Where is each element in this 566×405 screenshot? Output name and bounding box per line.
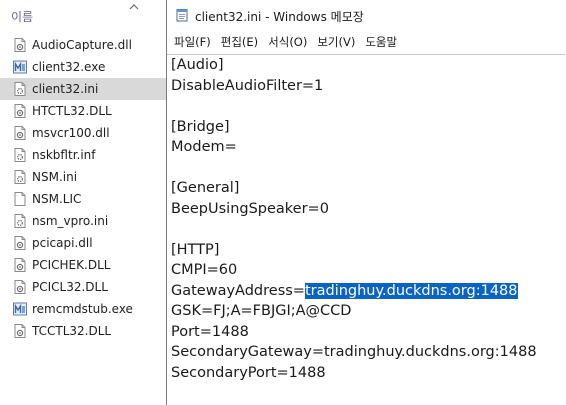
inf-settings-file-icon — [12, 147, 28, 163]
window-title: client32.ini - Windows 메모장 — [195, 10, 364, 24]
file-list-item[interactable]: nskbfltr.inf — [0, 144, 166, 166]
text-line — [171, 158, 537, 179]
file-name: client32.ini — [32, 82, 99, 96]
line-text: SecondaryPort=1488 — [171, 364, 326, 381]
menu-file[interactable]: 파일(F) — [167, 34, 216, 50]
menu-help[interactable]: 도움말 — [360, 34, 402, 50]
file-list-item[interactable]: AudioCapture.dll — [0, 34, 166, 56]
dll-file-icon — [12, 103, 28, 119]
line-text: [HTTP] — [171, 241, 220, 258]
text-line: DisableAudioFilter=1 — [171, 76, 537, 97]
text-line: SecondaryGateway=tradinghuy.duckdns.org:… — [171, 342, 537, 363]
file-name: NSM.LIC — [32, 192, 82, 206]
file-list-item[interactable]: HTCTL32.DLL — [0, 100, 166, 122]
text-line: [Bridge] — [171, 117, 537, 138]
file-name: HTCTL32.DLL — [32, 104, 112, 118]
file-name: PCICHEK.DLL — [32, 258, 111, 272]
file-list-item[interactable]: msvcr100.dll — [0, 122, 166, 144]
file-list-item[interactable]: pcicapi.dll — [0, 232, 166, 254]
line-text: GSK=FJ;A=FBJGI;A@CCD — [171, 303, 352, 319]
file-list-item[interactable]: PCICHEK.DLL — [0, 254, 166, 276]
dll-file-icon — [12, 279, 28, 295]
sort-ascending-chevron-icon — [129, 4, 139, 10]
text-line: [General] — [171, 178, 537, 199]
title-bar[interactable]: client32.ini - Windows 메모장 — [167, 0, 566, 30]
notepad-window: client32.ini - Windows 메모장 파일(F) 편집(E) 서… — [166, 0, 566, 405]
line-text: Modem= — [171, 139, 237, 155]
ini-settings-file-icon — [12, 81, 28, 97]
file-name: NSM.ini — [32, 170, 78, 184]
file-name: nskbfltr.inf — [32, 148, 96, 162]
ini-settings-file-icon — [12, 213, 28, 229]
line-text: DisableAudioFilter=1 — [171, 77, 324, 94]
menu-view[interactable]: 보기(V) — [312, 34, 360, 50]
dll-file-icon — [12, 257, 28, 273]
text-line: BeepUsingSpeaker=0 — [171, 199, 537, 220]
file-list-item[interactable]: nsm_vpro.ini — [0, 210, 166, 232]
notepad-app-icon — [176, 9, 188, 22]
text-line: Modem= — [171, 137, 537, 158]
file-explorer-panel: 이름 AudioCapture.dll client32.exe client32.… — [0, 0, 166, 405]
file-name: msvcr100.dll — [32, 126, 110, 140]
file-list: AudioCapture.dll client32.exe client32.ini… — [0, 34, 166, 342]
text-line: Port=1488 — [171, 322, 537, 343]
dll-file-icon — [12, 125, 28, 141]
dll-file-icon — [12, 37, 28, 53]
dll-file-icon — [12, 235, 28, 251]
line-text: BeepUsingSpeaker=0 — [171, 200, 329, 217]
exe-app-icon — [12, 301, 28, 317]
file-name: AudioCapture.dll — [32, 38, 132, 52]
blank-file-icon — [12, 191, 28, 207]
line-text: SecondaryGateway=tradinghuy.duckdns.org:… — [171, 344, 537, 360]
dll-file-icon — [12, 323, 28, 339]
text-line: CMPI=60 — [171, 260, 537, 281]
file-name: PCICL32.DLL — [32, 280, 108, 294]
file-list-item[interactable]: client32.ini — [0, 78, 166, 100]
text-line — [171, 96, 537, 117]
line-text: CMPI=60 — [171, 262, 238, 278]
file-list-item[interactable]: remcmdstub.exe — [0, 298, 166, 320]
file-name: client32.exe — [32, 60, 106, 74]
text-line: GSK=FJ;A=FBJGI;A@CCD — [171, 301, 537, 322]
file-list-item[interactable]: TCCTL32.DLL — [0, 320, 166, 342]
line-text: Port=1488 — [171, 323, 249, 340]
name-column-header[interactable]: 이름 — [0, 0, 166, 30]
text-line: SecondaryPort=1488 — [171, 363, 537, 384]
menu-format[interactable]: 서식(O) — [263, 34, 312, 50]
menu-bar: 파일(F) 편집(E) 서식(O) 보기(V) 도움말 — [167, 32, 566, 52]
exe-app-icon — [12, 59, 28, 75]
text-line: [Audio] — [171, 55, 537, 76]
file-list-item[interactable]: PCICL32.DLL — [0, 276, 166, 298]
text-line: [HTTP] — [171, 240, 537, 261]
text-line: GatewayAddress=tradinghuy.duckdns.org:14… — [171, 281, 537, 302]
text-lines: [Audio] DisableAudioFilter=1 [Bridge] Modem… — [171, 55, 537, 383]
line-text: [Audio] — [171, 57, 224, 73]
file-name: pcicapi.dll — [32, 236, 93, 250]
text-editor-area[interactable]: [Audio] DisableAudioFilter=1 [Bridge] Modem… — [167, 54, 565, 405]
line-text: [General] — [171, 180, 240, 196]
file-list-item[interactable]: client32.exe — [0, 56, 166, 78]
file-name: nsm_vpro.ini — [32, 214, 109, 228]
ini-settings-file-icon — [12, 169, 28, 185]
file-list-item[interactable]: NSM.LIC — [0, 188, 166, 210]
file-list-item[interactable]: NSM.ini — [0, 166, 166, 188]
selected-text[interactable]: tradinghuy.duckdns.org:1488 — [304, 282, 518, 299]
text-line — [171, 219, 537, 240]
line-text: [Bridge] — [171, 118, 230, 135]
name-column-label: 이름 — [11, 10, 34, 24]
line-text: GatewayAddress= — [171, 282, 305, 299]
screen: 이름 AudioCapture.dll client32.exe client32.… — [0, 0, 566, 405]
file-name: TCCTL32.DLL — [32, 324, 112, 338]
file-name: remcmdstub.exe — [32, 302, 133, 316]
menu-edit[interactable]: 편집(E) — [216, 34, 263, 50]
